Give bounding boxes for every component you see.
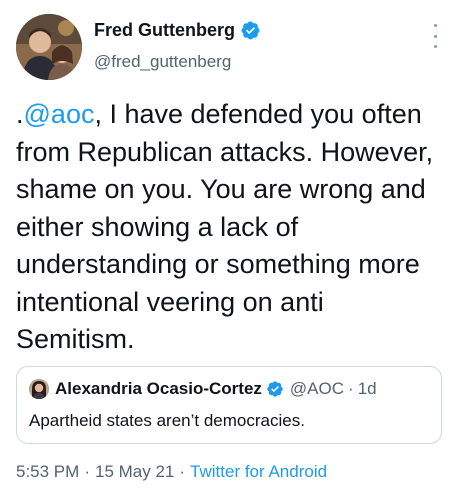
profile-photo-icon (16, 14, 82, 80)
author-avatar[interactable] (16, 14, 82, 80)
quoted-author-name: Alexandria Ocasio-Cortez (55, 379, 262, 398)
more-dot (433, 45, 437, 48)
tweet-date[interactable]: 15 May 21 (95, 462, 174, 482)
tweet-prefix: . (16, 99, 24, 129)
quoted-tweet-header: Alexandria Ocasio-Cortez @AOC · 1d (55, 379, 377, 399)
quoted-tweet-card[interactable]: Alexandria Ocasio-Cortez @AOC · 1d Apart… (16, 366, 442, 444)
meta-separator: · (179, 462, 186, 481)
more-dot (433, 24, 437, 27)
verified-badge-icon (241, 21, 260, 40)
tweet-time[interactable]: 5:53 PM (16, 462, 79, 482)
quoted-author-avatar[interactable] (29, 379, 49, 399)
meta-separator: · (84, 462, 90, 481)
tweet-body: , I have defended you often from Republi… (16, 99, 434, 354)
more-dot (433, 34, 437, 38)
quoted-timestamp: 1d (357, 379, 377, 398)
quoted-separator: · (348, 379, 354, 398)
mention-link[interactable]: @aoc (24, 99, 95, 129)
quoted-author-handle: @AOC (289, 379, 345, 398)
author-name-row: Fred Guttenberg (94, 20, 261, 41)
more-options-icon[interactable] (428, 24, 442, 48)
tweet-meta: 5:53 PM · 15 May 21 · Twitter for Androi… (16, 462, 327, 482)
verified-badge-icon (267, 381, 283, 397)
quoted-tweet-text: Apartheid states aren’t democracies. (29, 411, 305, 430)
tweet-source-link[interactable]: Twitter for Android (190, 462, 327, 482)
author-display-name[interactable]: Fred Guttenberg (94, 20, 235, 41)
tweet-header: Fred Guttenberg @fred_guttenberg (16, 14, 446, 84)
tweet-text: .@aoc, I have defended you often from Re… (16, 96, 444, 359)
profile-photo-icon (29, 379, 49, 399)
author-handle[interactable]: @fred_guttenberg (94, 52, 231, 72)
